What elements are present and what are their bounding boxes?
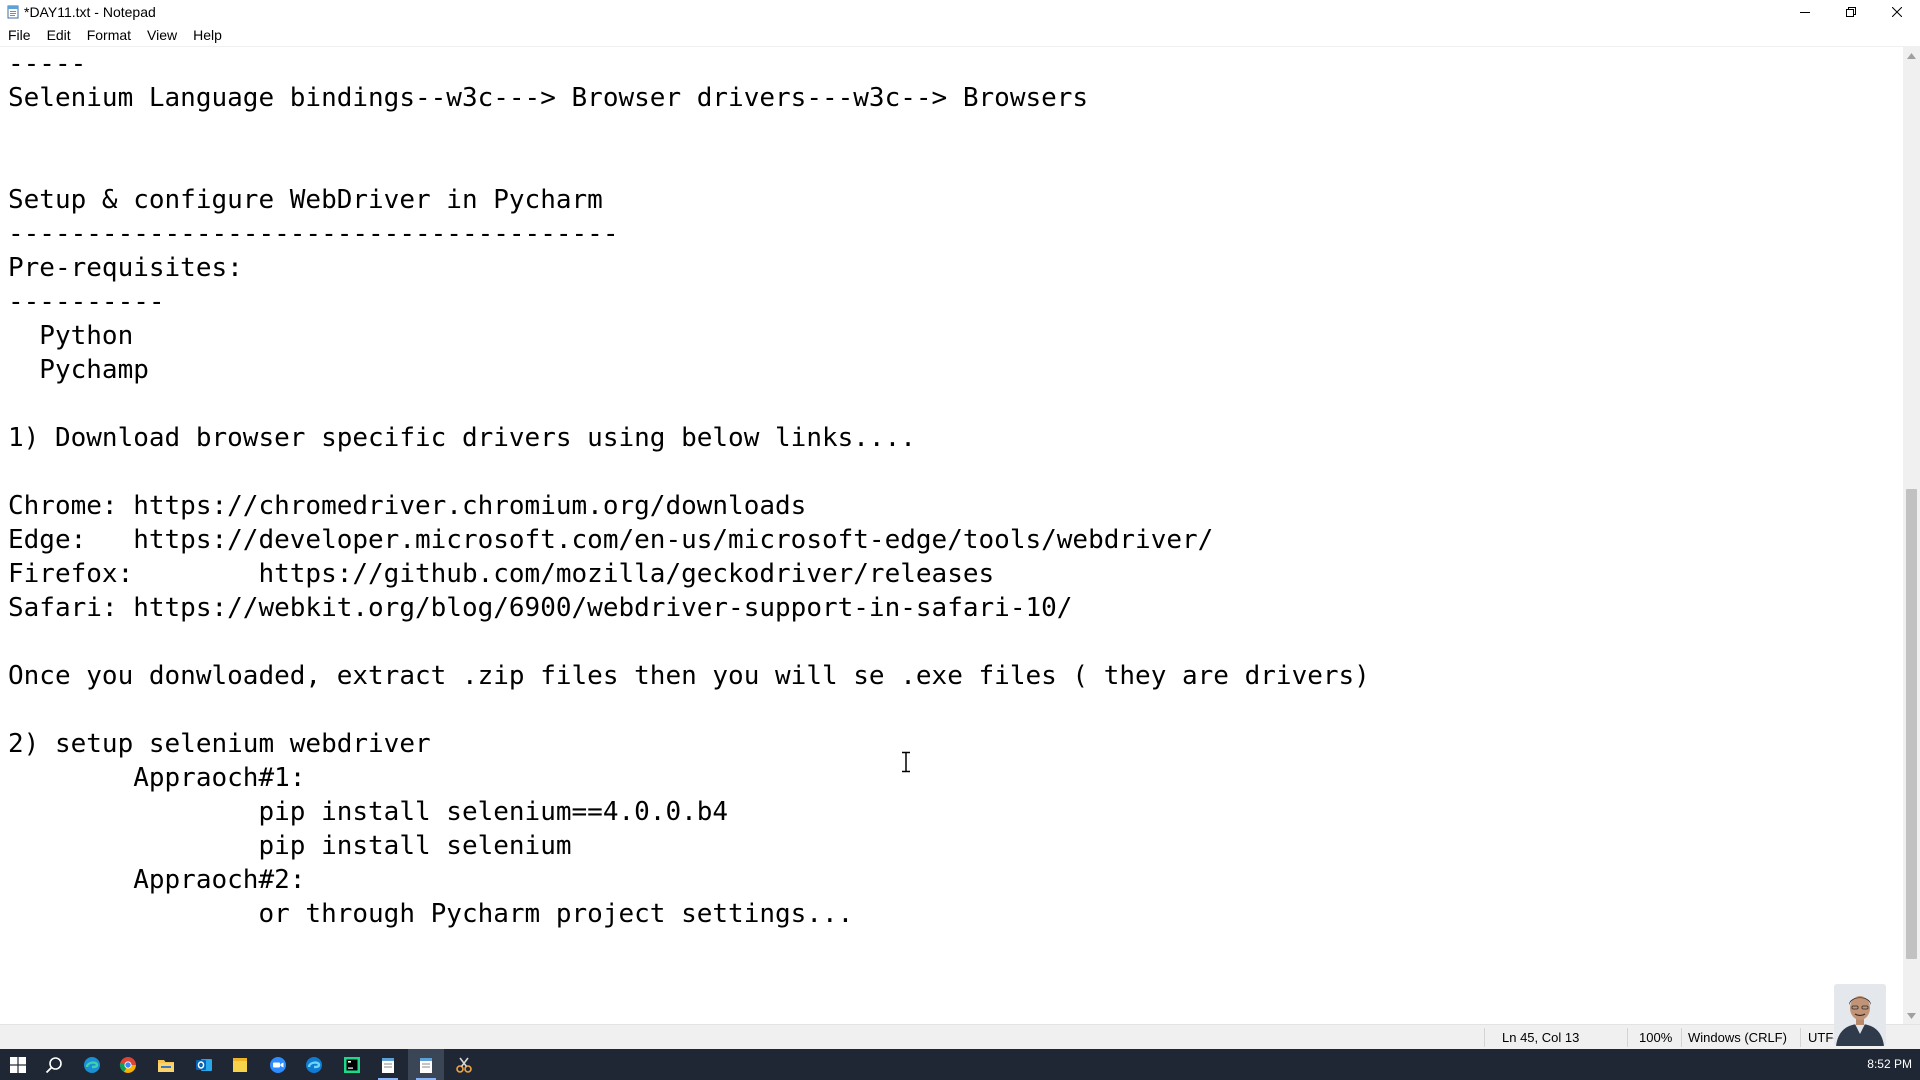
notepad-icon [420,1057,432,1073]
menu-format[interactable]: Format [79,24,139,46]
menu-file[interactable]: File [0,24,39,46]
taskbar-edge-beta[interactable] [296,1049,332,1080]
editor-line: pip install selenium [8,831,572,861]
status-cursor-position: Ln 45, Col 13 [1502,1030,1580,1045]
editor-line: 1) Download browser specific drivers usi… [8,423,916,453]
scrollbar-thumb[interactable] [1906,489,1917,959]
editor-line: Edge: https://developer.microsoft.com/en… [8,525,1214,555]
taskbar-file-explorer[interactable] [148,1049,184,1080]
taskbar-chrome[interactable] [110,1049,146,1080]
menu-help[interactable]: Help [185,24,230,46]
title-bar[interactable]: *DAY11.txt - Notepad [0,0,1920,24]
pycharm-icon [344,1056,360,1073]
editor-line: ---------- [8,287,165,317]
status-bar: Ln 45, Col 13 100% Windows (CRLF) UTF-8 [0,1024,1920,1050]
editor-line: Pychamp [8,355,149,385]
editor-line: Setup & configure WebDriver in Pycharm [8,185,603,215]
minimize-button[interactable] [1782,0,1828,24]
file-explorer-icon [158,1059,174,1072]
editor-line: Firefox: https://github.com/mozilla/geck… [8,559,995,589]
status-divider [1484,1028,1485,1047]
taskbar-search-button[interactable] [36,1049,72,1080]
start-button[interactable] [0,1049,36,1080]
editor-line: Appraoch#1: [8,763,306,793]
editor-line: Once you donwloaded, extract .zip files … [8,661,1370,691]
taskbar-zoom[interactable] [260,1049,296,1080]
notepad-app-icon[interactable] [6,5,20,19]
status-divider [1800,1028,1801,1047]
search-icon [45,1056,62,1073]
editor-line: or through Pycharm project settings... [8,899,854,929]
notepad-window: *DAY11.txt - Notepad File Edit Format Vi… [0,0,1920,1080]
chevron-up-icon [1907,52,1916,59]
taskbar-edge[interactable] [74,1049,110,1080]
taskbar-clock[interactable]: 8:52 PM [1867,1049,1912,1080]
edge-beta-icon [306,1056,322,1073]
edge-icon [84,1056,100,1073]
editor-line: Appraoch#2: [8,865,306,895]
scroll-up-button[interactable] [1903,47,1920,64]
status-line-ending: Windows (CRLF) [1688,1030,1787,1045]
editor-line: --------------------------------------- [8,219,619,249]
editor-line: pip install selenium==4.0.0.b4 [8,797,729,827]
taskbar-snipping-tool[interactable] [446,1049,482,1080]
editor-line: Pre-requisites: [8,253,243,283]
webcam-overlay [1834,984,1886,1046]
editor-line: Selenium Language bindings--w3c---> Brow… [8,83,1089,113]
taskbar-notepad[interactable] [370,1049,406,1080]
notepad-icon [382,1057,394,1073]
taskbar-notepad-active[interactable] [408,1049,444,1080]
chevron-down-icon [1907,1012,1916,1019]
restore-icon [1846,7,1856,17]
window-title: *DAY11.txt - Notepad [24,4,156,20]
i-beam-cursor-icon [899,751,913,773]
editor-line: Python [8,321,134,351]
taskbar-pycharm[interactable] [334,1049,370,1080]
status-divider [1627,1028,1628,1047]
scroll-down-button[interactable] [1903,1007,1920,1024]
chrome-icon [119,1056,136,1073]
presenter-avatar [1834,984,1886,1046]
close-icon [1892,7,1902,17]
editor-line: Chrome: https://chromedriver.chromium.or… [8,491,807,521]
zoom-icon [270,1056,286,1073]
sticky-notes-icon [233,1057,247,1072]
taskbar: 8:52 PM [0,1049,1920,1080]
editor-line: ----- [8,49,87,79]
snipping-tool-icon [456,1057,472,1073]
status-divider [1681,1028,1682,1047]
editor-line: Safari: https://webkit.org/blog/6900/web… [8,593,1073,623]
menu-edit[interactable]: Edit [39,24,79,46]
taskbar-sticky-notes[interactable] [222,1049,258,1080]
vertical-scrollbar[interactable] [1903,47,1920,1024]
window-controls [1782,0,1920,24]
minimize-icon [1800,12,1810,13]
windows-start-icon [10,1056,26,1073]
taskbar-outlook[interactable] [186,1049,222,1080]
text-editor[interactable]: ----- Selenium Language bindings--w3c---… [0,47,1903,1024]
menu-view[interactable]: View [139,24,185,46]
restore-button[interactable] [1828,0,1874,24]
menu-bar: File Edit Format View Help [0,24,1920,46]
close-button[interactable] [1874,0,1920,24]
outlook-icon [196,1058,212,1071]
editor-line: 2) setup selenium webdriver [8,729,431,759]
